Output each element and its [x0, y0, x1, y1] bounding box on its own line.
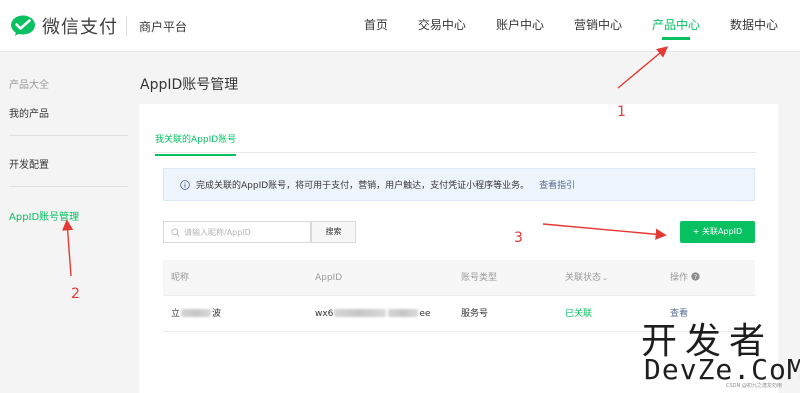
nav-account[interactable]: 账户中心	[496, 0, 544, 52]
nav-data[interactable]: 数据中心	[730, 0, 778, 52]
appid-end: ee	[419, 309, 431, 319]
sidebar-item-appid-management[interactable]: AppID账号管理	[9, 208, 79, 223]
column-header-actions: 操作?	[670, 260, 700, 296]
column-header-appid: AppID	[315, 273, 343, 283]
platform-name: 商户平台	[139, 20, 188, 34]
sort-chevron-icon[interactable]: ⌄	[602, 274, 608, 282]
header-divider	[126, 16, 127, 36]
brand-name: 微信支付	[42, 17, 118, 38]
nickname-start: 立	[171, 309, 181, 319]
watermark-credit: CSDN @初九之潜龙勿用	[726, 383, 782, 389]
nav-products[interactable]: 产品中心	[652, 0, 700, 52]
page-title: AppID账号管理	[140, 77, 239, 93]
annotation-label-1: 1	[617, 104, 626, 120]
sidebar: 产品大全 我的产品 开发配置 AppID账号管理	[0, 53, 128, 393]
column-header-account-type: 账号类型	[461, 273, 498, 283]
wechat-pay-logo[interactable]: 微信支付	[10, 13, 118, 39]
cell-nickname: 立波	[171, 296, 221, 332]
annotation-label-2: 2	[71, 286, 80, 302]
sidebar-divider	[9, 186, 128, 187]
nickname-end: 波	[212, 309, 222, 319]
redacted-blur	[181, 309, 212, 317]
column-header-actions-label: 操作	[670, 273, 689, 283]
svg-text:?: ?	[694, 274, 697, 281]
help-icon[interactable]: ?	[691, 272, 700, 281]
search-field[interactable]	[163, 221, 311, 243]
sidebar-section-title[interactable]: 产品大全	[9, 76, 49, 91]
appid-start: wx6	[315, 309, 334, 319]
info-notice: 完成关联的AppID账号，将可用于支付，营销，用户触达，支付凭证小程序等业务。 …	[163, 168, 755, 201]
search-button[interactable]: 搜索	[311, 221, 356, 243]
sidebar-divider	[9, 135, 128, 136]
nav-home[interactable]: 首页	[364, 0, 388, 52]
view-guide-link[interactable]: 查看指引	[539, 178, 575, 191]
watermark-domain: DevZe.CoM	[644, 353, 800, 386]
info-icon	[180, 179, 190, 190]
notice-text: 完成关联的AppID账号，将可用于支付，营销，用户触达，支付凭证小程序等业务。	[196, 181, 530, 191]
top-nav: 首页 交易中心 账户中心 营销中心 产品中心 数据中心	[334, 0, 778, 52]
cell-account-type: 服务号	[461, 309, 489, 319]
associate-appid-button[interactable]: + 关联AppID	[680, 221, 755, 243]
tab-underline	[153, 152, 756, 153]
annotation-label-3: 3	[514, 230, 523, 246]
table-header: 昵称 AppID 账号类型 关联状态⌄ 操作?	[163, 260, 755, 296]
column-header-status-label: 关联状态	[565, 273, 602, 283]
redacted-blur	[334, 309, 387, 317]
top-header: 微信支付 商户平台 首页 交易中心 账户中心 营销中心 产品中心 数据中心	[0, 0, 800, 52]
redacted-blur	[388, 309, 419, 317]
annotation-arrow-1	[617, 46, 669, 89]
cell-status: 已关联	[565, 309, 593, 319]
search-input[interactable]	[184, 227, 304, 237]
column-header-nickname: 昵称	[171, 273, 190, 283]
wechat-pay-logo-icon	[11, 15, 35, 36]
column-header-status[interactable]: 关联状态⌄	[565, 260, 608, 296]
nav-marketing[interactable]: 营销中心	[574, 0, 622, 52]
search-icon	[171, 227, 180, 237]
sidebar-item-my-products[interactable]: 我的产品	[9, 105, 49, 120]
cell-appid: wx6 ee	[315, 296, 431, 332]
sidebar-item-dev-config[interactable]: 开发配置	[9, 156, 49, 171]
nav-transactions[interactable]: 交易中心	[418, 0, 466, 52]
